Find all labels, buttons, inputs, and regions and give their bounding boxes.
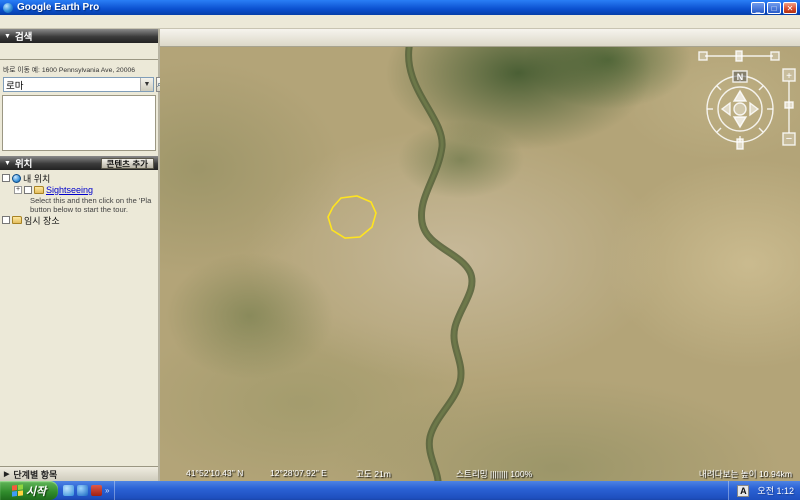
expand-arrow-icon: ▶: [4, 470, 9, 478]
taskbar-clock: 오전 1:12: [757, 484, 794, 497]
windows-logo-icon: [12, 484, 23, 496]
sidebar: ▼ 검색 바로 이동 예: 1600 Pennsylvania Ave, 200…: [0, 29, 160, 481]
globe-icon: [12, 174, 21, 183]
close-button[interactable]: ✕: [783, 2, 797, 14]
windows-taskbar: 시작 » A 오전 1:12: [0, 481, 800, 500]
search-tabs: [0, 43, 158, 60]
layers-panel-header[interactable]: ▶ 단계별 항목: [0, 466, 158, 481]
zoom-out-icon: −: [786, 133, 792, 145]
status-eye-altitude: 내려다보는 높이 10.94km: [699, 468, 792, 480]
quick-launch: »: [58, 481, 115, 500]
search-dropdown-button[interactable]: ▼: [140, 78, 153, 91]
places-empty-area: [0, 228, 158, 461]
places-panel-header[interactable]: ▼ 위치 콘텐츠 추가: [0, 156, 158, 170]
minimize-button[interactable]: _: [751, 2, 765, 14]
collapse-arrow-icon: ▼: [4, 33, 11, 40]
tilt-slider[interactable]: [699, 51, 779, 61]
search-panel-title: 검색: [15, 29, 32, 43]
google-earth-window: Google Earth Pro _ □ ✕ ▼ 검색 바로 이동 예: 160…: [0, 0, 800, 500]
search-results: [2, 95, 156, 151]
navigation-controls[interactable]: N + −: [160, 47, 800, 481]
tree-item-sightseeing[interactable]: + Sightseeing: [2, 184, 156, 196]
zoom-in-icon: +: [786, 71, 792, 82]
quick-launch-overflow-icon[interactable]: »: [105, 486, 109, 495]
status-latitude: 41°52'10.43" N: [186, 468, 243, 478]
checkbox[interactable]: [24, 186, 32, 194]
compass-north-label: N: [737, 72, 744, 82]
zoom-slider[interactable]: + −: [783, 69, 795, 145]
map-status-bar: 41°52'10.43" N 12°28'07.92" E 고도 21m 스트리…: [160, 468, 800, 480]
tree-item-temporary-places[interactable]: 임시 장소: [2, 214, 156, 226]
status-longitude: 12°28'07.92" E: [270, 468, 327, 478]
app-icon: [3, 3, 13, 13]
places-panel-title: 위치: [15, 156, 32, 170]
checkbox[interactable]: [2, 216, 10, 224]
checkbox[interactable]: [2, 174, 10, 182]
collapse-arrow-icon: ▼: [4, 160, 11, 167]
quick-launch-icon[interactable]: [63, 485, 74, 496]
title-bar[interactable]: Google Earth Pro _ □ ✕: [0, 0, 800, 15]
menu-bar: [0, 15, 800, 29]
system-tray: A 오전 1:12: [728, 481, 800, 500]
start-button[interactable]: 시작: [0, 481, 58, 500]
search-panel-header[interactable]: ▼ 검색: [0, 29, 158, 43]
quick-launch-icon[interactable]: [77, 485, 88, 496]
maximize-button[interactable]: □: [767, 2, 781, 14]
folder-icon: [12, 216, 22, 224]
add-content-button[interactable]: 콘텐츠 추가: [101, 158, 154, 169]
compass[interactable]: N: [707, 71, 773, 149]
tree-item-my-places[interactable]: 내 위치: [2, 172, 156, 184]
status-streaming: 스트리밍 |||||||| 100%: [456, 468, 532, 480]
ime-indicator[interactable]: A: [737, 485, 749, 497]
expander-icon[interactable]: +: [14, 186, 22, 194]
quick-launch-icon[interactable]: [91, 485, 102, 496]
task-buttons: [115, 481, 728, 500]
main-toolbar: [160, 29, 800, 47]
map-viewport[interactable]: N + −: [160, 47, 800, 481]
layers-panel-title: 단계별 항목: [13, 468, 57, 481]
search-input[interactable]: [4, 78, 140, 91]
flyto-hint: 바로 이동 예: 1600 Pennsylvania Ave, 20006: [0, 60, 158, 76]
status-altitude: 고도 21m: [356, 468, 391, 480]
window-title: Google Earth Pro: [17, 2, 751, 13]
sightseeing-description: Select this and then click on the 'Pla: [2, 196, 156, 205]
places-tree: 내 위치 + Sightseeing Select this and then …: [0, 170, 158, 228]
folder-icon: [34, 186, 44, 194]
